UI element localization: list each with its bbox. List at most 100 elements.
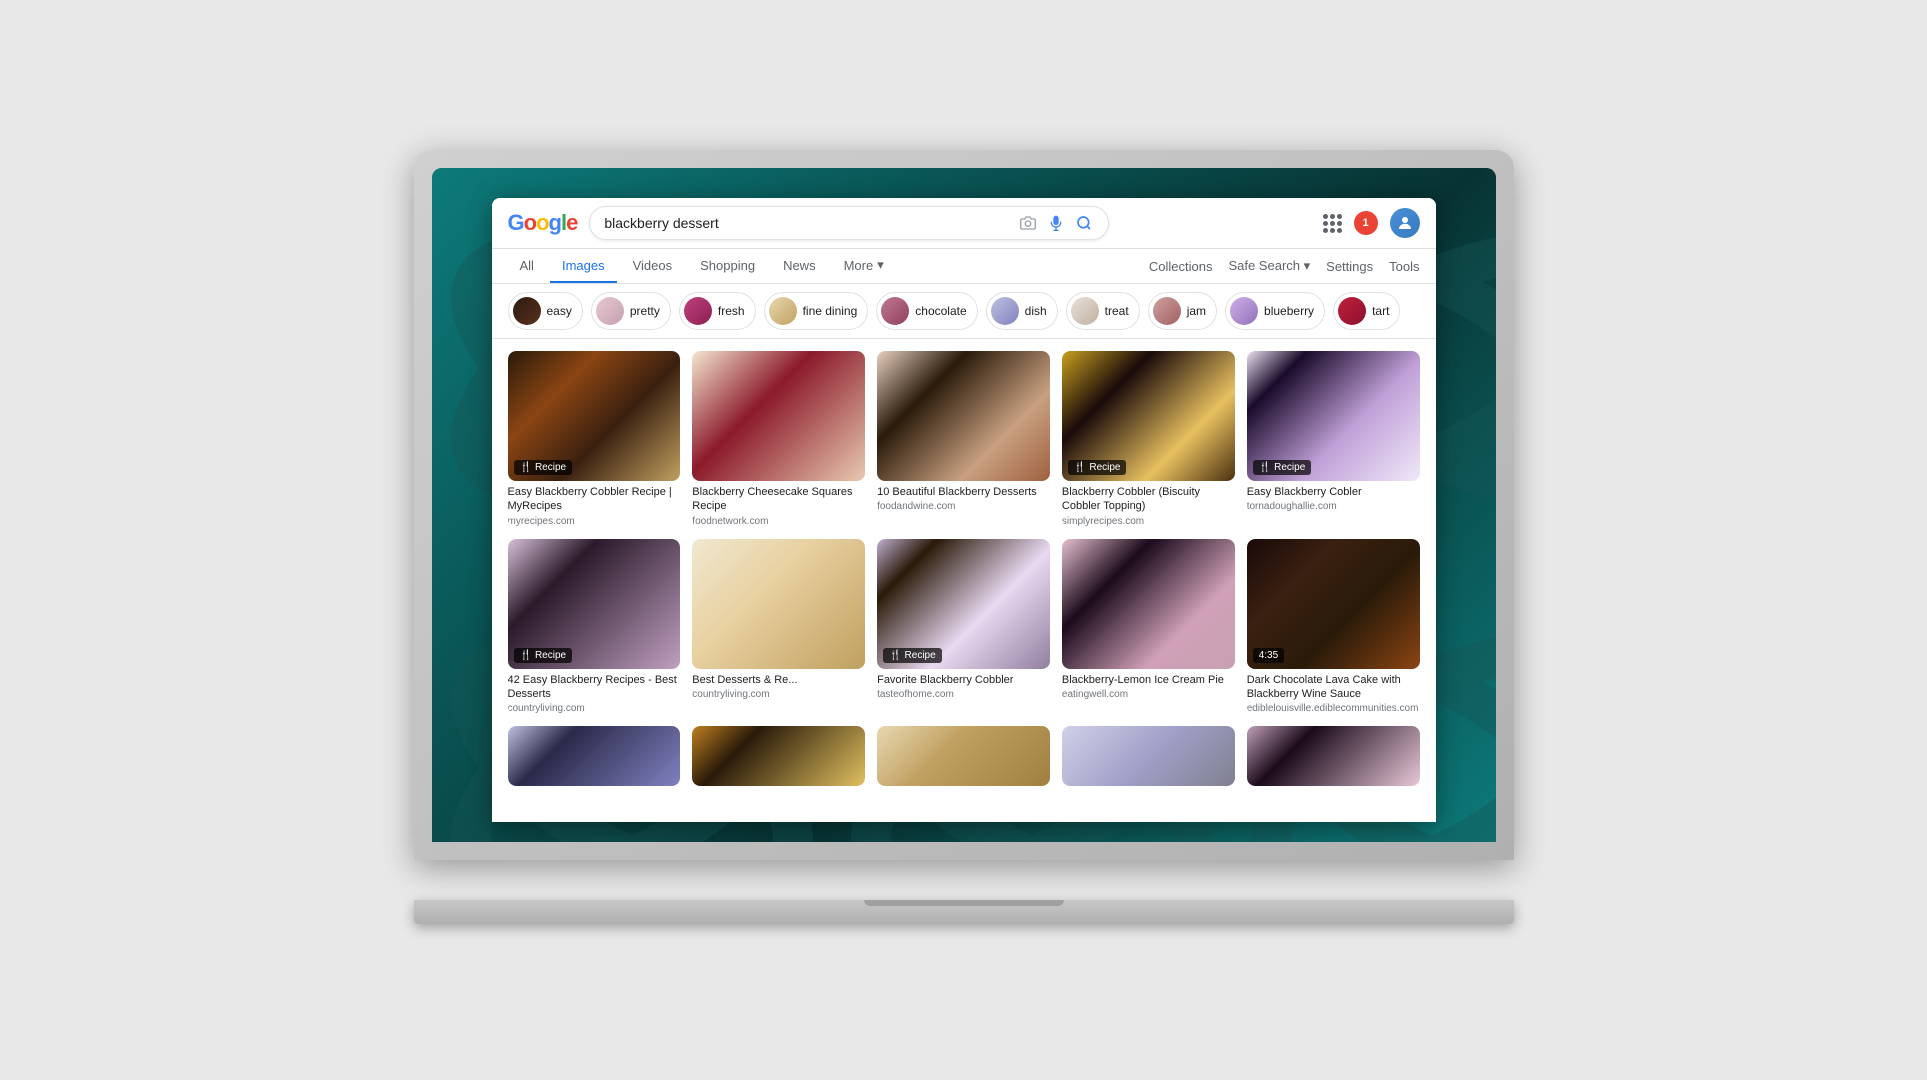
result-source-4: simplyrecipes.com [1062,516,1235,527]
result-card-11[interactable] [508,726,681,786]
result-card-14[interactable] [1062,726,1235,786]
result-source-5: tornadoughallie.com [1247,501,1420,512]
logo-letter-o2: o [536,210,548,236]
recipe-badge-5: 🍴 Recipe [1253,460,1312,475]
recipe-icon-8: 🍴 [889,650,901,661]
search-bar[interactable] [589,206,1109,240]
result-card-4[interactable]: 🍴 Recipe Blackberry Cobbler (Biscuity Co… [1062,351,1235,527]
tools-link[interactable]: Tools [1389,259,1419,274]
camera-search-icon[interactable] [1018,213,1038,233]
tab-shopping[interactable]: Shopping [688,250,767,283]
result-source-9: eatingwell.com [1062,689,1235,700]
result-image-1: 🍴 Recipe [508,351,681,481]
tab-images[interactable]: Images [550,250,617,283]
search-bar-container [589,206,1109,240]
result-source-2: foodnetwork.com [692,516,865,527]
result-source-8: tasteofhome.com [877,689,1050,700]
result-card-6[interactable]: 🍴 Recipe 42 Easy Blackberry Recipes - Be… [508,539,681,715]
more-chevron-icon: ▾ [877,257,884,273]
result-card-15[interactable] [1247,726,1420,786]
recipe-icon-5: 🍴 [1259,462,1271,473]
tab-news[interactable]: News [771,250,828,283]
search-submit-icon[interactable] [1074,213,1094,233]
result-card-7[interactable]: Best Desserts & Re... countryliving.com [692,539,865,715]
result-image-13 [877,726,1050,786]
result-image-6: 🍴 Recipe [508,539,681,669]
logo-letter-o1: o [524,210,536,236]
result-card-12[interactable] [692,726,865,786]
chip-fine-dining[interactable]: fine dining [764,292,869,330]
result-card-3[interactable]: 10 Beautiful Blackberry Desserts foodand… [877,351,1050,527]
recipe-icon-6: 🍴 [520,650,532,661]
laptop-device: Google [414,150,1514,930]
result-title-4: Blackberry Cobbler (Biscuity Cobbler Top… [1062,485,1235,514]
laptop-base [414,900,1514,930]
tab-more[interactable]: More ▾ [832,249,896,283]
result-title-8: Favorite Blackberry Cobbler [877,673,1050,687]
nav-tabs: All Images Videos Shopping News [492,249,1436,284]
grid-dot [1323,214,1328,219]
chip-chocolate[interactable]: chocolate [876,292,977,330]
result-title-3: 10 Beautiful Blackberry Desserts [877,485,1050,499]
chip-easy[interactable]: easy [508,292,583,330]
result-source-6: countryliving.com [508,703,681,714]
chip-fresh[interactable]: fresh [679,292,756,330]
google-header: Google [492,198,1436,249]
notification-badge[interactable]: 1 [1354,211,1378,235]
video-badge-10: 4:35 [1253,648,1284,663]
header-right-controls: 1 [1323,208,1420,238]
grid-dot [1330,228,1335,233]
result-title-6: 42 Easy Blackberry Recipes - Best Desser… [508,673,681,702]
result-card-8[interactable]: 🍴 Recipe Favorite Blackberry Cobbler tas… [877,539,1050,715]
result-card-1[interactable]: 🍴 Recipe Easy Blackberry Cobbler Recipe … [508,351,681,527]
result-card-5[interactable]: 🍴 Recipe Easy Blackberry Cobler tornadou… [1247,351,1420,527]
result-title-5: Easy Blackberry Cobler [1247,485,1420,499]
collections-link[interactable]: Collections [1149,259,1213,274]
result-source-3: foodandwine.com [877,501,1050,512]
chip-thumb-fresh [684,297,712,325]
chip-thumb-dish [991,297,1019,325]
laptop-base-body [414,900,1514,924]
settings-link[interactable]: Settings [1326,259,1373,274]
search-icon-group [1018,213,1094,233]
grid-dot [1337,228,1342,233]
recipe-badge-1: 🍴 Recipe [514,460,573,475]
google-logo[interactable]: Google [508,210,578,236]
grid-dot [1337,214,1342,219]
chip-thumb-easy [513,297,541,325]
chip-thumb-pretty [596,297,624,325]
chip-pretty[interactable]: pretty [591,292,671,330]
voice-search-icon[interactable] [1046,213,1066,233]
result-card-2[interactable]: Blackberry Cheesecake Squares Recipe foo… [692,351,865,527]
result-image-14 [1062,726,1235,786]
result-image-10: 4:35 [1247,539,1420,669]
chip-tart[interactable]: tart [1333,292,1400,330]
result-card-10[interactable]: 4:35 Dark Chocolate Lava Cake with Black… [1247,539,1420,715]
chip-blueberry[interactable]: blueberry [1225,292,1325,330]
chip-treat[interactable]: treat [1066,292,1140,330]
tab-all[interactable]: All [508,250,546,283]
result-image-8: 🍴 Recipe [877,539,1050,669]
grid-dot [1330,214,1335,219]
result-source-1: myrecipes.com [508,516,681,527]
user-avatar[interactable] [1390,208,1420,238]
safe-search-button[interactable]: Safe Search ▾ [1228,258,1310,274]
laptop-screen-housing: Google [414,150,1514,860]
results-grid: 🍴 Recipe Easy Blackberry Cobbler Recipe … [508,351,1420,786]
chip-dish[interactable]: dish [986,292,1058,330]
recipe-badge-8: 🍴 Recipe [883,648,942,663]
result-image-9 [1062,539,1235,669]
results-area[interactable]: 🍴 Recipe Easy Blackberry Cobbler Recipe … [492,339,1436,822]
result-image-11 [508,726,681,786]
tab-videos[interactable]: Videos [621,250,685,283]
search-input[interactable] [604,215,1010,231]
result-title-10: Dark Chocolate Lava Cake with Blackberry… [1247,673,1420,702]
result-image-15 [1247,726,1420,786]
google-apps-icon[interactable] [1323,214,1342,233]
screen-content: Google [432,168,1496,842]
result-card-13[interactable] [877,726,1050,786]
chip-thumb-jam [1153,297,1181,325]
chip-jam[interactable]: jam [1148,292,1217,330]
result-card-9[interactable]: Blackberry-Lemon Ice Cream Pie eatingwel… [1062,539,1235,715]
result-title-9: Blackberry-Lemon Ice Cream Pie [1062,673,1235,687]
